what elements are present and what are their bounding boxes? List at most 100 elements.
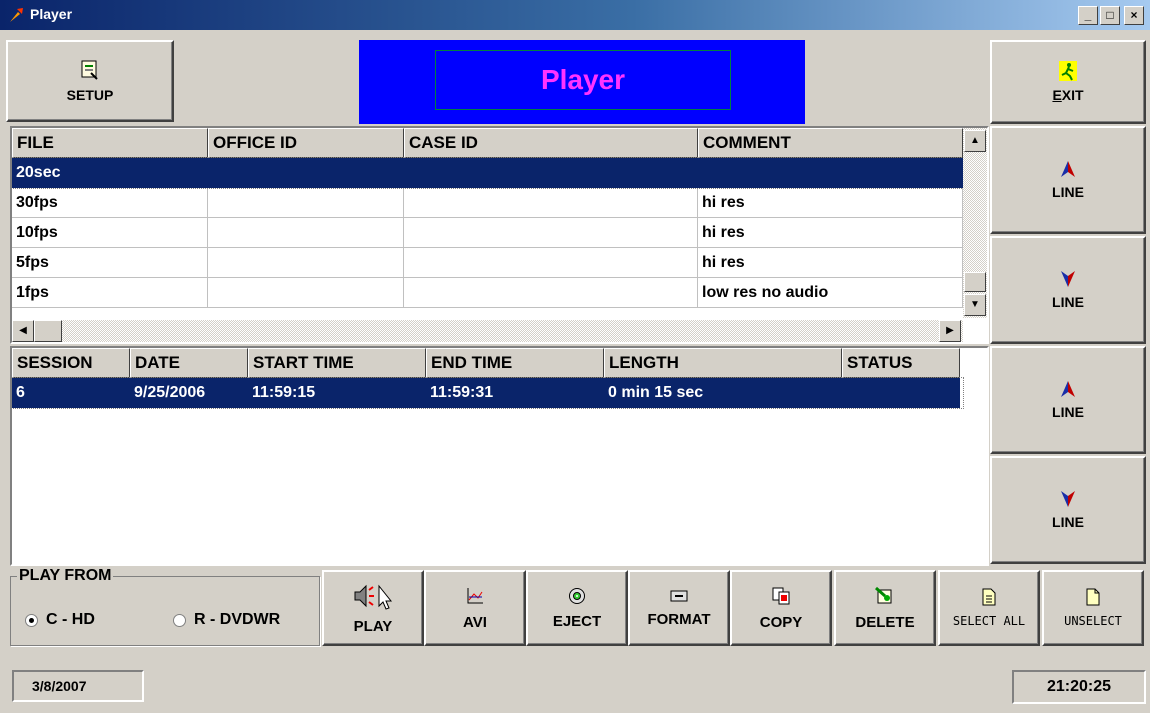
column-header-office-id[interactable]: OFFICE ID bbox=[208, 128, 404, 158]
maximize-button[interactable]: □ bbox=[1100, 6, 1120, 25]
table-cell bbox=[404, 158, 698, 188]
chart-icon bbox=[467, 587, 483, 603]
scroll-thumb[interactable] bbox=[964, 272, 986, 292]
line-down-button[interactable]: LINE bbox=[990, 236, 1146, 344]
status-date: 3/8/2007 bbox=[12, 670, 144, 702]
setup-button[interactable]: SETUP bbox=[6, 40, 174, 122]
table-cell: 1fps bbox=[12, 278, 208, 308]
table-cell: 11:59:31 bbox=[426, 378, 604, 408]
file-table: FILE OFFICE ID CASE ID COMMENT 20sec 30f… bbox=[10, 126, 989, 344]
radio-checked-icon[interactable] bbox=[25, 613, 38, 627]
table-cell: 6 bbox=[12, 378, 130, 408]
table-cell bbox=[208, 248, 404, 278]
table-cell: 5fps bbox=[12, 248, 208, 278]
table-cell bbox=[404, 218, 698, 248]
status-time: 21:20:25 bbox=[1012, 670, 1146, 704]
horizontal-scrollbar[interactable]: ◀ ▶ bbox=[12, 320, 963, 342]
table-cell: 9/25/2006 bbox=[130, 378, 248, 408]
scroll-up-arrow-icon[interactable]: ▲ bbox=[964, 130, 986, 152]
table-cell: 10fps bbox=[12, 218, 208, 248]
radio-r-dvdwr[interactable]: R - DVDWR bbox=[173, 611, 280, 629]
delete-icon bbox=[875, 586, 892, 603]
banner-title: Player bbox=[435, 50, 731, 110]
vertical-scrollbar[interactable]: ▲ ▼ bbox=[963, 128, 987, 318]
format-button[interactable]: FORMAT bbox=[628, 570, 730, 646]
line-label: LINE bbox=[1052, 514, 1084, 530]
file-table-body: 20sec 30fps hi res 10fps hi res 5fps hi … bbox=[11, 157, 964, 308]
title-bar: Player _ □ × bbox=[0, 0, 1150, 30]
column-header-file[interactable]: FILE bbox=[12, 128, 208, 158]
table-cell bbox=[208, 218, 404, 248]
scroll-right-arrow-icon[interactable]: ▶ bbox=[939, 320, 961, 342]
line-down-button[interactable]: LINE bbox=[990, 456, 1146, 564]
table-cell: hi res bbox=[698, 248, 963, 278]
column-header-case-id[interactable]: CASE ID bbox=[404, 128, 698, 158]
table-row[interactable]: 10fps hi res bbox=[12, 218, 963, 248]
minimize-button[interactable]: _ bbox=[1078, 6, 1098, 25]
column-header-status[interactable]: STATUS bbox=[842, 348, 960, 378]
arrow-down-icon bbox=[1061, 491, 1075, 507]
scroll-left-arrow-icon[interactable]: ◀ bbox=[12, 320, 34, 342]
table-cell: 20sec bbox=[12, 158, 208, 188]
delete-label: DELETE bbox=[855, 613, 915, 631]
line-label: LINE bbox=[1052, 404, 1084, 420]
table-cell: hi res bbox=[698, 188, 963, 218]
avi-button[interactable]: AVI bbox=[424, 570, 526, 646]
column-header-comment[interactable]: COMMENT bbox=[698, 128, 963, 158]
blank-document-icon bbox=[1086, 588, 1100, 606]
radio-c-hd[interactable]: C - HD bbox=[25, 611, 95, 629]
banner: Player bbox=[359, 40, 805, 124]
line-up-button[interactable]: LINE bbox=[990, 126, 1146, 234]
disc-icon bbox=[569, 587, 585, 604]
unselect-button[interactable]: UNSELECT bbox=[1042, 570, 1144, 646]
radio-label: C - HD bbox=[46, 611, 95, 628]
table-cell bbox=[404, 278, 698, 308]
column-header-date[interactable]: DATE bbox=[130, 348, 248, 378]
column-header-length[interactable]: LENGTH bbox=[604, 348, 842, 378]
column-header-session[interactable]: SESSION bbox=[12, 348, 130, 378]
table-cell bbox=[208, 278, 404, 308]
avi-label: AVI bbox=[463, 613, 487, 631]
eject-button[interactable]: EJECT bbox=[526, 570, 628, 646]
select-all-icon bbox=[982, 588, 996, 606]
setup-icon bbox=[81, 60, 98, 80]
arrow-up-icon bbox=[1061, 381, 1075, 397]
select-all-label: SELECT ALL bbox=[952, 614, 1026, 628]
radio-unchecked-icon[interactable] bbox=[173, 613, 186, 627]
format-label: FORMAT bbox=[647, 610, 711, 628]
table-row[interactable]: 5fps hi res bbox=[12, 248, 963, 278]
table-cell: 30fps bbox=[12, 188, 208, 218]
select-all-button[interactable]: SELECT ALL bbox=[938, 570, 1040, 646]
copy-button[interactable]: COPY bbox=[730, 570, 832, 646]
play-button[interactable]: PLAY bbox=[322, 570, 424, 646]
table-cell bbox=[208, 188, 404, 218]
table-row[interactable]: 1fps low res no audio bbox=[12, 278, 963, 308]
file-table-header: FILE OFFICE ID CASE ID COMMENT bbox=[12, 128, 963, 158]
table-cell bbox=[404, 188, 698, 218]
line-label: LINE bbox=[1052, 294, 1084, 310]
table-cell bbox=[698, 158, 963, 188]
play-from-group: PLAY FROM C - HD R - DVDWR bbox=[10, 567, 320, 646]
table-row[interactable]: 6 9/25/2006 11:59:15 11:59:31 0 min 15 s… bbox=[11, 377, 964, 409]
line-label: LINE bbox=[1052, 184, 1084, 200]
table-cell: hi res bbox=[698, 218, 963, 248]
table-row[interactable]: 20sec bbox=[11, 157, 964, 189]
line-up-button[interactable]: LINE bbox=[990, 346, 1146, 454]
exit-label: EXIT bbox=[1052, 87, 1084, 103]
session-table-header: SESSION DATE START TIME END TIME LENGTH … bbox=[12, 348, 960, 378]
delete-button[interactable]: DELETE bbox=[834, 570, 936, 646]
exit-button[interactable]: EXIT bbox=[990, 40, 1146, 124]
scroll-down-arrow-icon[interactable]: ▼ bbox=[964, 294, 986, 316]
app-icon bbox=[10, 8, 23, 22]
close-button[interactable]: × bbox=[1124, 6, 1144, 25]
column-header-end-time[interactable]: END TIME bbox=[426, 348, 604, 378]
table-cell: 0 min 15 sec bbox=[604, 378, 842, 408]
column-header-start-time[interactable]: START TIME bbox=[248, 348, 426, 378]
copy-label: COPY bbox=[759, 613, 803, 631]
setup-label: SETUP bbox=[66, 87, 114, 103]
scroll-thumb[interactable] bbox=[34, 320, 62, 342]
running-man-icon bbox=[1059, 61, 1077, 81]
table-row[interactable]: 30fps hi res bbox=[12, 188, 963, 218]
session-table-body: 6 9/25/2006 11:59:15 11:59:31 0 min 15 s… bbox=[11, 377, 964, 409]
table-cell bbox=[208, 158, 404, 188]
